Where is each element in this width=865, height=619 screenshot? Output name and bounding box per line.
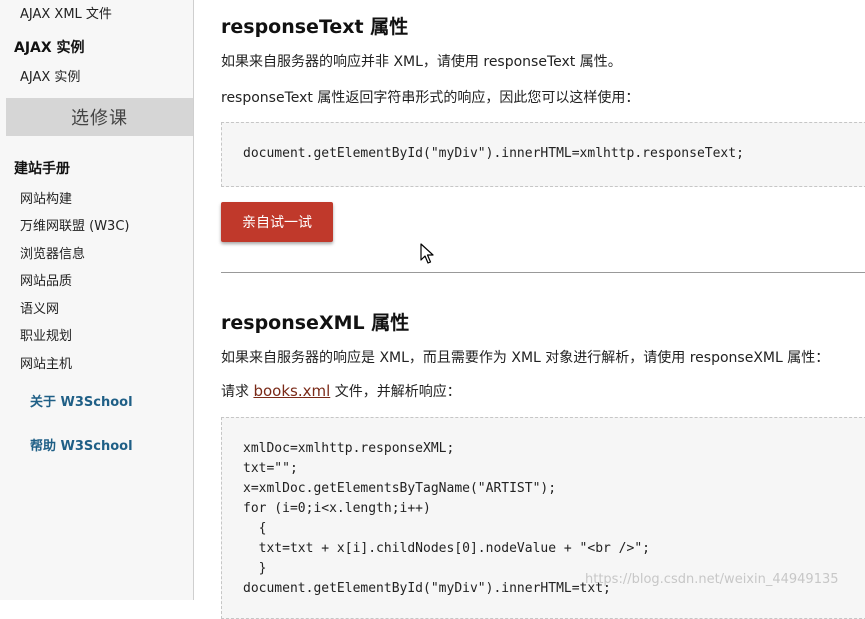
- code-line: document.getElementById("myDiv").innerHT…: [243, 146, 744, 161]
- sidebar-elective-header: 选修课: [6, 98, 193, 136]
- sidebar-heading-site-manual: 建站手册: [14, 161, 70, 177]
- code-line: {: [243, 521, 267, 536]
- sidebar-link-ajax-examples[interactable]: AJAX 实例: [20, 66, 80, 85]
- sidebar-item-w3c[interactable]: 万维网联盟 (W3C): [20, 215, 129, 234]
- sidebar-item-site-quality[interactable]: 网站品质: [20, 270, 72, 289]
- responsetext-para-1: 如果来自服务器的响应并非 XML，请使用 responseText 属性。: [221, 54, 622, 70]
- section-divider: [221, 272, 865, 273]
- sidebar-item-hosting[interactable]: 网站主机: [20, 353, 72, 372]
- code-line: document.getElementById("myDiv").innerHT…: [243, 581, 611, 596]
- code-line: for (i=0;i<x.length;i++): [243, 501, 431, 516]
- section-title-responsexml: responseXML 属性: [221, 312, 410, 334]
- sidebar-item-browser-info[interactable]: 浏览器信息: [20, 243, 85, 262]
- sidebar-link-ajax-xml-file[interactable]: AJAX XML 文件: [20, 3, 112, 22]
- watermark: https://blog.csdn.net/weixin_44949135: [585, 572, 839, 587]
- code-line: x=xmlDoc.getElementsByTagName("ARTIST");: [243, 481, 557, 496]
- sidebar-item-semantic-web[interactable]: 语义网: [20, 298, 59, 317]
- code-example-responsetext: document.getElementById("myDiv").innerHT…: [221, 122, 865, 187]
- para-suffix: 文件，并解析响应：: [334, 384, 461, 400]
- code-line: xmlDoc=xmlhttp.responseXML;: [243, 441, 455, 456]
- sidebar-heading-ajax-examples: AJAX 实例: [14, 40, 85, 56]
- responsexml-para-1: 如果来自服务器的响应是 XML，而且需要作为 XML 对象进行解析，请使用 re…: [221, 350, 830, 366]
- para-prefix: 请求: [221, 384, 249, 400]
- sidebar-item-career[interactable]: 职业规划: [20, 325, 72, 344]
- code-example-responsexml: xmlDoc=xmlhttp.responseXML; txt=""; x=xm…: [221, 417, 865, 619]
- books-xml-link[interactable]: books.xml: [253, 382, 330, 400]
- responsetext-para-2: responseText 属性返回字符串形式的响应，因此您可以这样使用：: [221, 90, 640, 106]
- responsexml-para-2: 请求 books.xml 文件，并解析响应：: [221, 381, 461, 401]
- code-line: txt="";: [243, 461, 298, 476]
- main-content: responseText 属性 如果来自服务器的响应并非 XML，请使用 res…: [194, 0, 865, 619]
- sidebar: AJAX XML 文件 AJAX 实例 AJAX 实例 选修课 建站手册 网站构…: [0, 0, 194, 600]
- section-title-responsetext: responseText 属性: [221, 16, 409, 38]
- try-it-button[interactable]: 亲自试一试: [221, 202, 333, 242]
- sidebar-link-help[interactable]: 帮助 W3School: [30, 435, 133, 454]
- code-line: txt=txt + x[i].childNodes[0].nodeValue +…: [243, 541, 650, 556]
- sidebar-item-site-building[interactable]: 网站构建: [20, 188, 72, 207]
- mouse-cursor-icon: [420, 243, 434, 264]
- code-line: }: [243, 561, 267, 576]
- sidebar-link-about[interactable]: 关于 W3School: [30, 391, 133, 410]
